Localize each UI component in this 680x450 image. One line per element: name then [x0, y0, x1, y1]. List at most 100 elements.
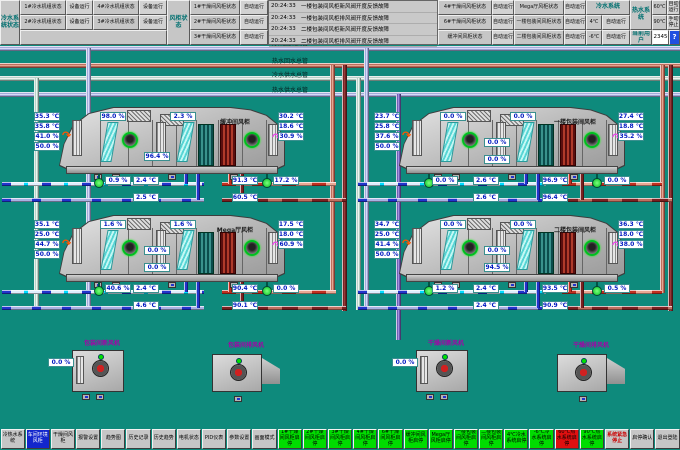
- nav-button[interactable]: 干燥间风柜: [51, 429, 75, 449]
- nav-button[interactable]: PID仪表: [202, 429, 226, 449]
- nav-button[interactable]: 一楼包装间风柜启停: [454, 429, 478, 449]
- nav-button[interactable]: 历史记录: [126, 429, 150, 449]
- return-fan-indicator[interactable]: [244, 240, 260, 256]
- nav-button[interactable]: 参数设置: [227, 429, 251, 449]
- valve-icon[interactable]: [94, 282, 103, 295]
- ahu-name-label: 二楼包装间风柜: [532, 225, 618, 234]
- valve-icon[interactable]: [262, 174, 271, 187]
- nav-button[interactable]: 6#干燥间风柜启停: [378, 429, 402, 449]
- nav-button[interactable]: 系统紧急停止: [605, 429, 629, 449]
- hot-water-header: 热水系统: [630, 0, 652, 30]
- fan-impeller[interactable]: [92, 360, 109, 377]
- current-user-label: 当前用户: [630, 30, 652, 45]
- fan-inlet-grille: [76, 356, 84, 384]
- fan-impeller[interactable]: [436, 360, 453, 377]
- alarm-row[interactable]: 20:24:33一楼包装间风柜排风阀开度反馈故障: [269, 13, 437, 25]
- ahu-base: [66, 274, 278, 282]
- supply-fan-indicator[interactable]: [462, 240, 478, 256]
- chilled-valve-readout: 0.0 %: [432, 176, 458, 185]
- return-fan-indicator[interactable]: [584, 132, 600, 148]
- nav-button[interactable]: 1#干燥间风柜启停: [278, 429, 302, 449]
- nav-button[interactable]: 4℃冷水系统启停: [504, 429, 528, 449]
- nav-button[interactable]: 90℃热水系统启停: [580, 429, 604, 449]
- nav-button[interactable]: Mega厅风柜启停: [429, 429, 453, 449]
- sensor-box: [570, 174, 578, 180]
- damper-position-readout: 0.0 %: [144, 263, 170, 272]
- help-button[interactable]: ?: [669, 30, 680, 45]
- valve-icon[interactable]: [94, 174, 103, 187]
- nav-button[interactable]: 历史趋势: [152, 429, 176, 449]
- chiller-status: 设备运行: [139, 0, 167, 15]
- fan-unit[interactable]: 干燥间新风机0.0 %: [400, 338, 492, 408]
- ahu-name-label: 缓冲间风柜: [192, 117, 278, 126]
- hot-return-temp: 60.5 ℃: [232, 193, 258, 202]
- nav-button[interactable]: 60℃热水系统启停: [555, 429, 579, 449]
- return-air-readout: 35.1 ℃: [34, 220, 60, 229]
- return-air-readout: 44.7 %: [34, 240, 60, 249]
- hot-valve-readout: 0.0 %: [604, 176, 630, 185]
- nav-button[interactable]: 车间环境风柜: [26, 429, 50, 449]
- riser-chilled-supply-right: [356, 78, 361, 310]
- main-hot-supply-pipe: [0, 92, 680, 97]
- nav-button[interactable]: 2#干燥间风柜启停: [303, 429, 327, 449]
- sensor-box: [168, 174, 176, 180]
- ahu-section-divider: [242, 228, 243, 274]
- ahu-section-divider: [218, 120, 219, 166]
- nav-button[interactable]: 4#干燥间风柜启停: [353, 429, 377, 449]
- fan-inlet-grille: [420, 356, 428, 384]
- valve-icon[interactable]: [262, 282, 271, 295]
- supply-fan-indicator[interactable]: [122, 132, 138, 148]
- chiller-status: 设备运行: [66, 15, 93, 30]
- return-air-readout: 35.3 ℃: [34, 112, 60, 121]
- nav-button[interactable]: 电机状态: [177, 429, 201, 449]
- ahu-section-divider: [558, 228, 559, 274]
- supply-air-readout: 17.5 ℃: [278, 220, 304, 229]
- fan-run-led: [98, 354, 104, 360]
- supply-fan-indicator[interactable]: [462, 132, 478, 148]
- nav-button[interactable]: 冷热水系统: [1, 429, 25, 449]
- ahu-section-divider: [536, 228, 537, 274]
- fan-outlet-duct: [607, 358, 625, 384]
- chilled-valve-readout: 1.2 %: [432, 284, 458, 293]
- supply-air-readout: 38.0 %: [618, 240, 644, 249]
- chiller-name: 4#冷水机组状态: [93, 0, 139, 15]
- fan-run-led: [581, 358, 587, 364]
- sensor-box: [579, 396, 587, 402]
- nav-button[interactable]: 趋势图: [101, 429, 125, 449]
- nav-button[interactable]: 退出登陆: [655, 429, 679, 449]
- riser-chilled-return-right: [364, 48, 369, 310]
- return-air-readout: 23.7 ℃: [374, 112, 400, 121]
- fan-impeller[interactable]: [230, 364, 247, 381]
- valve-icon[interactable]: [592, 282, 601, 295]
- nav-button[interactable]: 缓冲间风柜启停: [404, 429, 428, 449]
- ahu-section-divider: [606, 228, 607, 274]
- nav-button[interactable]: 画面模式: [252, 429, 276, 449]
- hot-water-temp: 60℃: [652, 0, 667, 15]
- fan-impeller[interactable]: [575, 364, 592, 381]
- cooling-coil: [198, 232, 214, 274]
- ahu-unit: ↷↷35.3 ℃35.8 ℃41.0 %50.0 %30.2 ℃18.6 ℃30…: [32, 108, 332, 214]
- return-fan-indicator[interactable]: [584, 240, 600, 256]
- nav-button[interactable]: -6℃冷水系统启停: [529, 429, 553, 449]
- fan-unit[interactable]: 包装间排风机: [200, 340, 292, 410]
- heating-coil: [560, 124, 576, 166]
- alarm-row[interactable]: 20:24:33二楼包装间风柜新风阀开度反馈故障: [269, 24, 437, 36]
- inlet-grille: [72, 120, 82, 156]
- nav-button[interactable]: 启停确认: [630, 429, 654, 449]
- fan-unit[interactable]: 干燥间排风机: [545, 340, 637, 410]
- nav-button[interactable]: 3#干燥间风柜启停: [328, 429, 352, 449]
- return-fan-indicator[interactable]: [244, 132, 260, 148]
- supply-fan-indicator[interactable]: [122, 240, 138, 256]
- fan-unit[interactable]: 包装间新风机0.0 %: [56, 338, 148, 408]
- scada-stage: 冷水系统状态1#冷水机组状态设备运行4#冷水机组状态设备运行2#冷水机组状态设备…: [0, 0, 680, 450]
- nav-button[interactable]: 报警设置: [76, 429, 100, 449]
- damper-position-readout: 94.5 %: [484, 263, 510, 272]
- valve-icon[interactable]: [592, 174, 601, 187]
- bottom-nav-bar: 冷热水系统车间环境风柜干燥间风柜报警设置趋势图历史记录历史趋势电机状态PID仪表…: [0, 428, 680, 450]
- current-user-value[interactable]: 123456: [652, 30, 669, 45]
- pipe-label: 热水回水总管: [250, 56, 330, 65]
- nav-button[interactable]: 二楼包装间风柜启停: [479, 429, 503, 449]
- alarm-text: 二楼包装间风柜新风阀开度反馈故障: [301, 25, 389, 33]
- alarm-row[interactable]: 20:24:33二楼包装间风柜排风阀开度反馈故障: [269, 36, 437, 48]
- alarm-row[interactable]: 20:24:33一楼包装间风柜新风阀开度反馈故障: [269, 1, 437, 13]
